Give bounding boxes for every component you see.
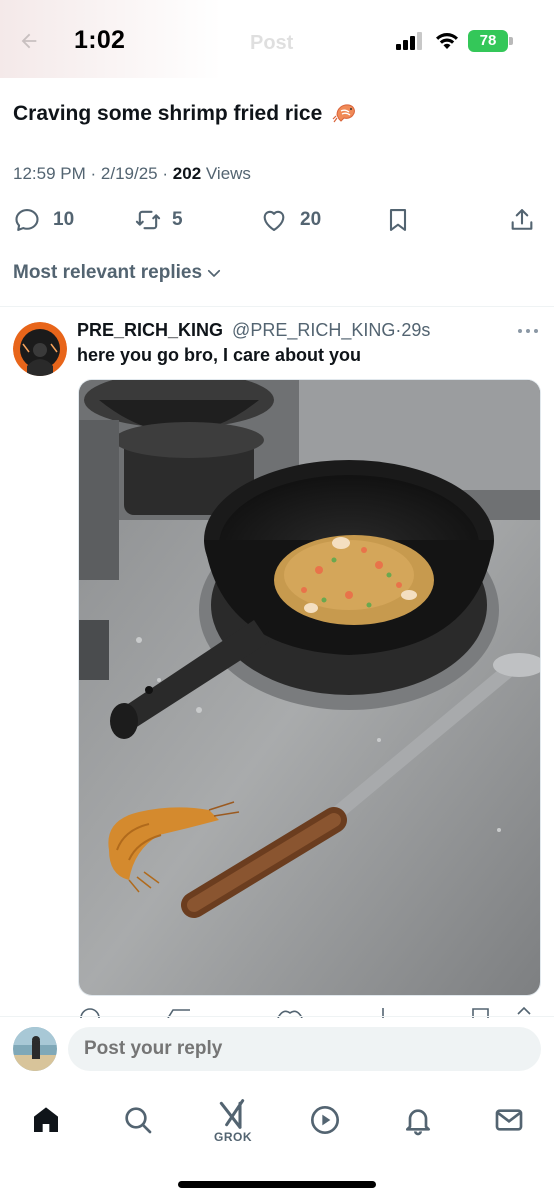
mail-icon [495,1109,523,1131]
views-count: 202 [172,164,202,183]
shrimp-emoji-icon [332,104,355,123]
reply-sort-label: Most relevant replies [13,262,203,283]
header-title: Post [250,32,294,54]
back-arrow-icon[interactable] [18,30,40,52]
status-time: 1:02 [74,26,126,54]
reply-sort-dropdown[interactable]: Most relevant replies [13,262,223,284]
bell-icon [406,1109,430,1136]
post-date: 2/19/25 [100,164,158,183]
battery-tip [509,37,513,45]
bookmark-button[interactable] [384,200,412,240]
reply-count: 10 [53,209,75,230]
reply-age: 29s [401,320,431,340]
meta-separator: · [90,164,97,183]
like-button[interactable]: 20 [260,200,321,240]
divider [0,306,554,307]
nav-search[interactable] [118,1100,158,1140]
share-icon [511,209,533,230]
reply-author-name[interactable]: PRE_RICH_KING [77,320,223,340]
grok-icon [219,1099,245,1129]
nav-video[interactable] [305,1100,345,1140]
more-options-icon[interactable] [516,322,540,340]
post-meta: 12:59 PM · 2/19/25 · 202 Views [13,164,251,184]
status-bar: Post 1:02 78 [0,0,554,78]
post-text: Craving some shrimp fried rice [13,100,358,126]
reply-author-handle[interactable]: @PRE_RICH_KING [232,320,395,340]
home-icon [34,1107,58,1132]
repost-icon [135,210,161,230]
bookmark-icon [389,209,407,231]
reply-header: PRE_RICH_KING @PRE_RICH_KING·29s [77,320,430,341]
avatar[interactable] [13,322,67,376]
heart-icon [263,210,285,231]
nav-grok[interactable] [212,1094,252,1134]
chevron-down-icon [207,269,221,277]
nav-grok-label: GROK [214,1130,252,1144]
play-circle-icon [311,1106,339,1134]
home-indicator [178,1181,376,1188]
bottom-nav [0,1090,554,1150]
reply-photo[interactable] [78,379,541,996]
nav-messages[interactable] [489,1100,529,1140]
post-action-bar: 10 5 20 [0,200,554,242]
fried-rice-wok-photo [79,380,540,995]
reply-icon [15,209,39,231]
meta-separator: · [162,164,169,183]
repost-count: 5 [172,209,183,230]
avatar[interactable] [13,1027,57,1071]
share-button[interactable] [508,200,536,240]
wifi-icon [436,33,458,49]
reply-text: here you go bro, I care about you [77,345,362,365]
views-label[interactable]: Views [206,164,251,183]
nav-home[interactable] [26,1100,66,1140]
reply-input[interactable] [68,1027,541,1071]
post-time: 12:59 PM [13,164,86,183]
repost-button[interactable]: 5 [134,200,183,240]
nav-notifications[interactable] [398,1100,438,1140]
user-avatar-image [13,1027,57,1071]
like-count: 20 [300,209,322,230]
composer-divider [0,1016,554,1017]
reply-button[interactable]: 10 [13,200,74,240]
post-body: Craving some shrimp fried rice [13,102,323,125]
cellular-signal-icon [396,32,424,50]
battery-indicator: 78 [468,30,508,52]
search-icon [125,1107,152,1134]
avatar-image [13,322,67,376]
